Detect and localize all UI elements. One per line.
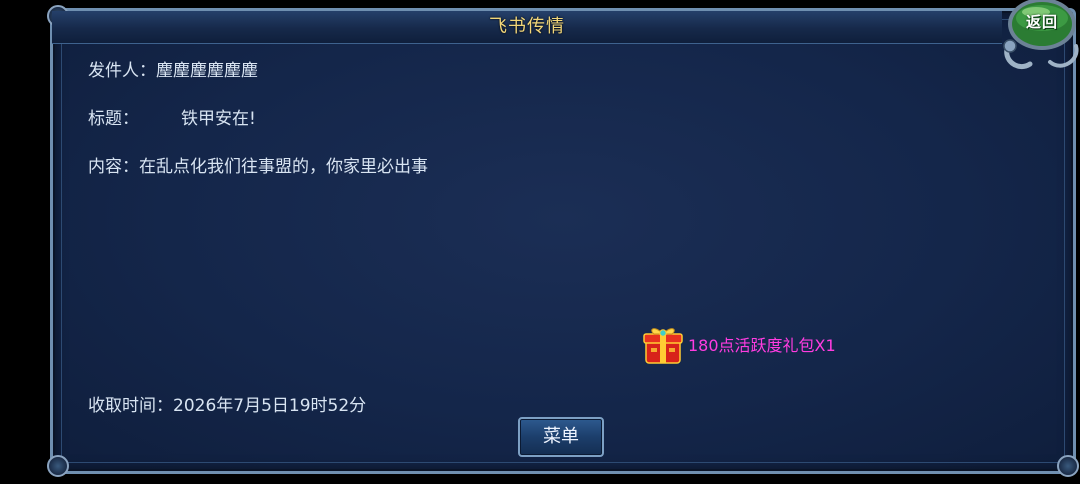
received-label: 收取时间： bbox=[88, 396, 173, 416]
return-label: 返回 bbox=[1026, 13, 1059, 31]
window-title: 飞书传情 bbox=[489, 16, 565, 37]
sender-row: 发件人：麈麈麈麈麈麈 bbox=[88, 56, 258, 81]
reward-text: 180点活跃度礼包X1 bbox=[688, 336, 836, 355]
sender-label: 发件人： bbox=[88, 61, 156, 81]
subject-row: 标题： 铁甲安在! bbox=[88, 104, 256, 129]
title-bar: 飞书传情 bbox=[52, 11, 1002, 44]
gift-box-icon bbox=[643, 323, 683, 365]
content-value: 在乱点化我们往事盟的，你家里必出事 bbox=[139, 157, 428, 177]
subject-value: 铁甲安在! bbox=[181, 109, 256, 129]
received-time-row: 收取时间：2026年7月5日19时52分 bbox=[88, 391, 366, 416]
frame-corner-ornament bbox=[1057, 455, 1079, 477]
content-row: 内容：在乱点化我们往事盟的，你家里必出事 bbox=[88, 152, 428, 177]
frame-corner-ornament bbox=[47, 455, 69, 477]
menu-button[interactable]: 菜单 bbox=[518, 417, 604, 457]
return-button[interactable]: 返回 bbox=[1000, 0, 1080, 74]
screen-edge bbox=[0, 0, 44, 484]
subject-label: 标题： bbox=[88, 109, 139, 129]
content-label: 内容： bbox=[88, 157, 139, 177]
sender-value: 麈麈麈麈麈麈 bbox=[156, 61, 258, 81]
reward-item[interactable]: 180点活跃度礼包X1 bbox=[643, 323, 836, 365]
game-screen: 飞书传情 发件人：麈麈麈麈麈麈 标题： 铁甲安在! 内容：在乱点化我们往事盟的，你… bbox=[0, 0, 1080, 484]
received-value: 2026年7月5日19时52分 bbox=[173, 396, 367, 416]
